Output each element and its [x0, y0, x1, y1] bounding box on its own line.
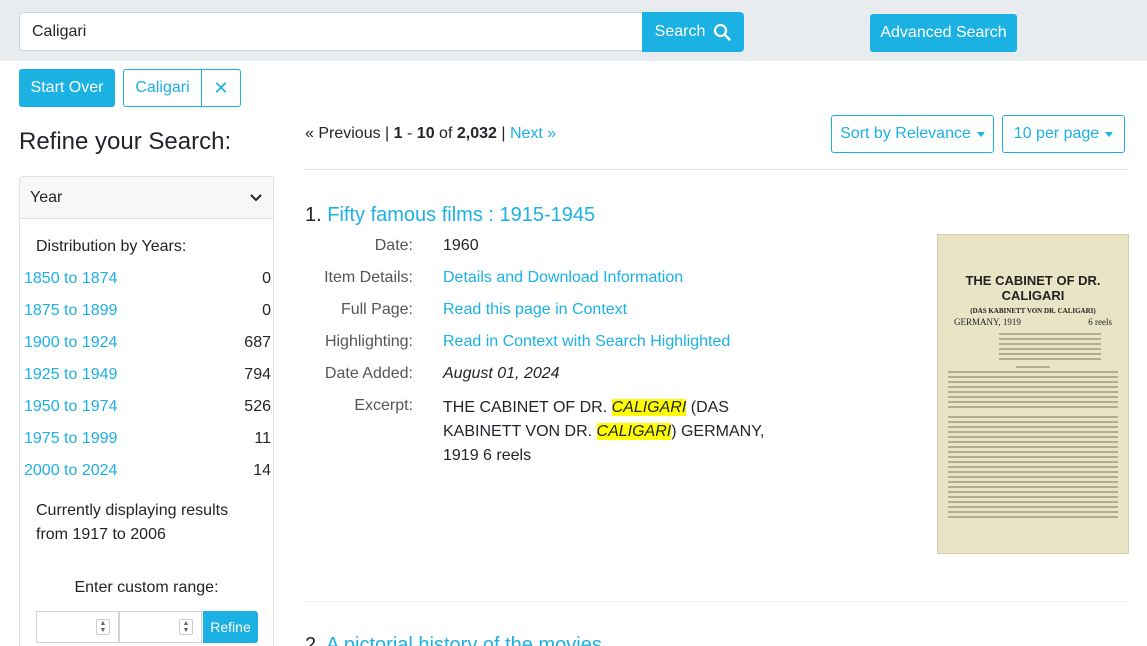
thumbnail-text-lines: [948, 333, 1118, 518]
excerpt-text: THE CABINET OF DR. CALIGARI (DAS KABINET…: [443, 396, 788, 468]
excerpt-highlight: CALIGARI: [611, 399, 687, 416]
search-icon: [714, 23, 732, 41]
pagination: « Previous | 1 - 10 of 2,032 | Next »: [305, 125, 556, 143]
page-end: 10: [416, 125, 435, 142]
excerpt-highlight: CALIGARI: [596, 423, 672, 440]
chevron-down-icon: [250, 193, 262, 201]
sort-dropdown[interactable]: Sort by Relevance: [831, 115, 994, 153]
caret-down-icon: [976, 131, 985, 137]
per-page-dropdown[interactable]: 10 per page: [1002, 115, 1125, 153]
year-range-count: 0: [262, 302, 271, 319]
year-range-item: 1900 to 1924 687: [24, 334, 271, 352]
date-label: Date:: [374, 237, 413, 254]
full-page-link[interactable]: Read this page in Context: [443, 301, 627, 318]
result-title: 2. A pictorial history of the movies: [305, 634, 602, 646]
result-title-link[interactable]: Fifty famous films : 1915-1945: [327, 204, 595, 226]
divider: [305, 169, 1128, 170]
result-title-link[interactable]: A pictorial history of the movies: [326, 634, 602, 646]
year-facet: Year Distribution by Years: 1850 to 1874…: [19, 176, 274, 646]
pager-dash: -: [407, 125, 413, 142]
year-range-count: 11: [254, 430, 271, 447]
year-range-link[interactable]: 1850 to 1874: [24, 270, 117, 288]
year-range-item: 2000 to 2024 14: [24, 462, 271, 480]
pager-separator: |: [385, 125, 390, 142]
result-title: 1. Fifty famous films : 1915-1945: [305, 204, 595, 227]
facet-label: Year: [30, 188, 63, 206]
active-constraint: Caligari ✕: [123, 69, 241, 107]
range-end-input[interactable]: ▲ ▼: [119, 611, 202, 643]
page-thumbnail[interactable]: THE CABINET OF DR. CALIGARI (DAS KABINET…: [937, 234, 1129, 554]
total-count: 2,032: [456, 125, 497, 142]
year-range-link[interactable]: 2000 to 2024: [24, 462, 117, 480]
year-range-count: 794: [244, 366, 271, 383]
spinner-icon[interactable]: ▲ ▼: [179, 619, 193, 635]
advanced-search-button[interactable]: Advanced Search: [870, 14, 1017, 52]
thumbnail-reels: 6 reels: [1088, 317, 1112, 327]
caret-down-icon: [1105, 131, 1114, 137]
year-range-count: 0: [262, 270, 271, 287]
facet-header[interactable]: Year: [20, 177, 273, 219]
thumbnail-meta: GERMANY, 1919 6 reels: [948, 317, 1118, 327]
year-range-item: 1850 to 1874 0: [24, 270, 271, 288]
range-start-input[interactable]: ▲ ▼: [36, 611, 119, 643]
year-range-item: 1950 to 1974 526: [24, 398, 271, 416]
details-link[interactable]: Details and Download Information: [443, 269, 683, 286]
next-link[interactable]: Next »: [510, 125, 556, 142]
excerpt-label: Excerpt:: [354, 397, 413, 414]
year-range-link[interactable]: 1975 to 1999: [24, 430, 117, 448]
spinner-icon[interactable]: ▲ ▼: [96, 619, 110, 635]
year-range-item: 1925 to 1949 794: [24, 366, 271, 384]
divider: [305, 601, 1128, 602]
excerpt-part: THE CABINET OF DR.: [443, 399, 612, 416]
pager-separator: |: [501, 125, 506, 142]
full-page-label: Full Page:: [340, 301, 413, 318]
constraint-value[interactable]: Caligari: [124, 70, 202, 106]
year-range-link[interactable]: 1875 to 1899: [24, 302, 117, 320]
current-range-text: Currently displaying results from 1917 t…: [36, 502, 229, 543]
previous-link: « Previous: [305, 125, 381, 142]
search-button[interactable]: Search: [642, 12, 744, 52]
start-over-button[interactable]: Start Over: [19, 69, 115, 107]
date-value: 1960: [443, 237, 479, 254]
thumbnail-subheading: (DAS KABINETT VON DR. CALIGARI): [970, 307, 1096, 315]
date-added-value: August 01, 2024: [443, 365, 560, 382]
pager-of: of: [439, 125, 453, 142]
year-range-count: 14: [253, 462, 271, 479]
thumbnail-country: GERMANY, 1919: [954, 317, 1021, 327]
custom-range-label: Enter custom range:: [74, 579, 219, 596]
thumbnail-heading: THE CABINET OF DR. CALIGARI: [965, 273, 1101, 303]
result-index: 2.: [305, 634, 322, 646]
refine-button[interactable]: Refine: [203, 611, 258, 643]
remove-constraint-icon[interactable]: ✕: [202, 70, 240, 106]
per-page-label: 10 per page: [1013, 125, 1100, 142]
year-range-link[interactable]: 1950 to 1974: [24, 398, 117, 416]
search-input[interactable]: [19, 12, 643, 51]
refine-heading: Refine your Search:: [19, 128, 232, 155]
year-range-link[interactable]: 1900 to 1924: [24, 334, 117, 352]
sort-label: Sort by Relevance: [840, 125, 971, 142]
year-range-item: 1975 to 1999 11: [24, 430, 271, 448]
year-range-item: 1875 to 1899 0: [24, 302, 271, 320]
year-range-count: 526: [244, 398, 271, 415]
item-details-label: Item Details:: [324, 269, 413, 286]
facet-subtitle: Distribution by Years:: [36, 238, 187, 255]
date-added-label: Date Added:: [324, 365, 413, 382]
year-range-count: 687: [244, 334, 271, 351]
year-range-link[interactable]: 1925 to 1949: [24, 366, 117, 384]
search-button-label: Search: [654, 23, 706, 40]
page-start: 1: [393, 125, 403, 142]
highlighting-label: Highlighting:: [324, 333, 413, 350]
result-index: 1.: [305, 204, 322, 226]
highlighting-link[interactable]: Read in Context with Search Highlighted: [443, 333, 730, 350]
